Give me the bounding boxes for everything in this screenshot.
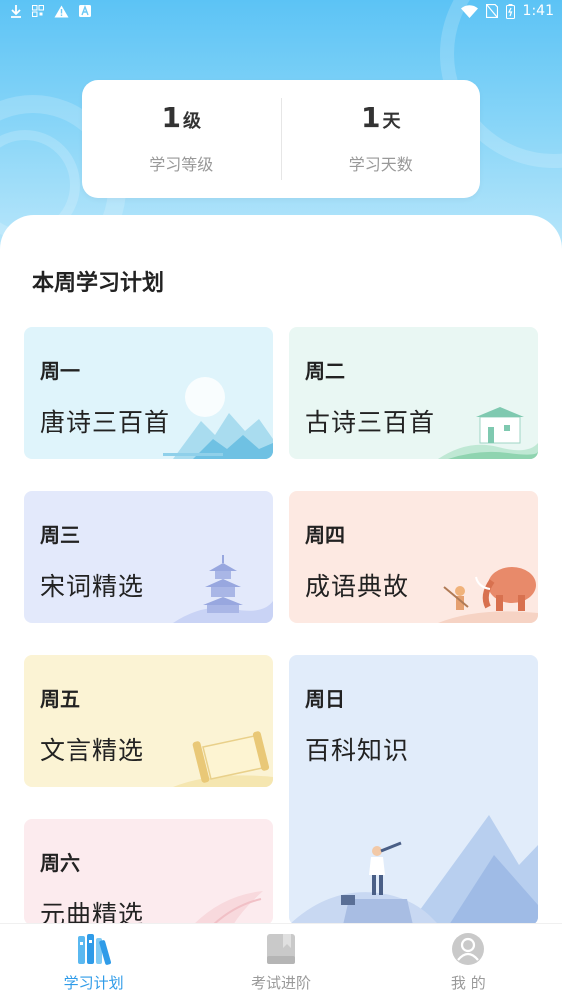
level-stat: 1级 学习等级 (82, 80, 281, 198)
qr-icon (32, 5, 44, 17)
tab-label: 学习计划 (63, 974, 124, 992)
tab-label: 我 的 (450, 974, 486, 992)
days-label: 学习天数 (348, 154, 413, 174)
card-topic: 古诗三百首 (305, 408, 436, 437)
plan-card-monday[interactable]: 周一 唐诗三百首 (24, 327, 273, 459)
battery-icon (505, 3, 515, 19)
card-topic: 成语典故 (305, 572, 410, 601)
card-day: 周五 (40, 687, 80, 711)
card-topic: 宋词精选 (40, 572, 145, 601)
scroll-illustration (173, 731, 273, 787)
status-bar: 1:41 (0, 0, 562, 26)
explorer-mountain-illustration (289, 815, 538, 925)
wifi-icon (460, 4, 478, 18)
books-icon (77, 934, 111, 965)
profile-icon (452, 933, 485, 965)
plan-card-thursday[interactable]: 周四 成语典故 (289, 491, 538, 623)
plan-card-wednesday[interactable]: 周三 宋词精选 (24, 491, 273, 623)
card-day: 周三 (40, 523, 80, 547)
village-house-illustration (438, 407, 538, 459)
feather-illustration (193, 891, 263, 925)
download-icon (10, 4, 22, 18)
plan-card-friday[interactable]: 周五 文言精选 (24, 655, 273, 787)
plan-card-tuesday[interactable]: 周二 古诗三百首 (289, 327, 538, 459)
days-value: 1 (361, 100, 381, 134)
level-value: 1 (161, 100, 181, 134)
mountain-lake-illustration (163, 377, 273, 459)
section-title: 本周学习计划 (32, 271, 165, 296)
warning-icon (54, 5, 69, 18)
tab-exam-advance[interactable]: 考试进阶 (187, 924, 374, 1000)
card-day: 周日 (305, 687, 345, 711)
level-unit: 级 (182, 110, 201, 132)
tab-label: 考试进阶 (250, 974, 311, 992)
days-stat: 1天 学习天数 (282, 80, 481, 198)
tab-study-plan[interactable]: 学习计划 (0, 924, 187, 1000)
bottom-tab-bar: 学习计划 考试进阶 我 的 (0, 923, 562, 1000)
days-unit: 天 (382, 110, 401, 132)
stats-card: 1级 学习等级 1天 学习天数 (82, 80, 480, 198)
card-topic: 元曲精选 (40, 900, 145, 925)
card-day: 周四 (305, 523, 345, 547)
card-topic: 文言精选 (40, 736, 145, 765)
a-icon (79, 5, 91, 17)
card-day: 周一 (40, 359, 80, 383)
plan-card-sunday[interactable]: 周日 百科知识 (289, 655, 538, 925)
plan-sheet: 本周学习计划 周一 唐诗三百首 周二 古诗三百首 周三 宋词精选 周四 成语典故… (0, 215, 562, 925)
card-day: 周二 (305, 359, 345, 383)
mammoth-hunt-illustration (438, 567, 538, 623)
pagoda-illustration (173, 555, 273, 623)
no-sim-icon (485, 4, 498, 18)
status-time: 1:41 (522, 3, 554, 19)
tab-profile[interactable]: 我 的 (375, 924, 562, 1000)
card-topic: 百科知识 (305, 736, 410, 765)
card-topic: 唐诗三百首 (40, 408, 171, 437)
exam-book-icon (266, 934, 295, 964)
card-day: 周六 (40, 851, 80, 875)
plan-card-saturday[interactable]: 周六 元曲精选 (24, 819, 273, 925)
level-label: 学习等级 (149, 154, 214, 174)
